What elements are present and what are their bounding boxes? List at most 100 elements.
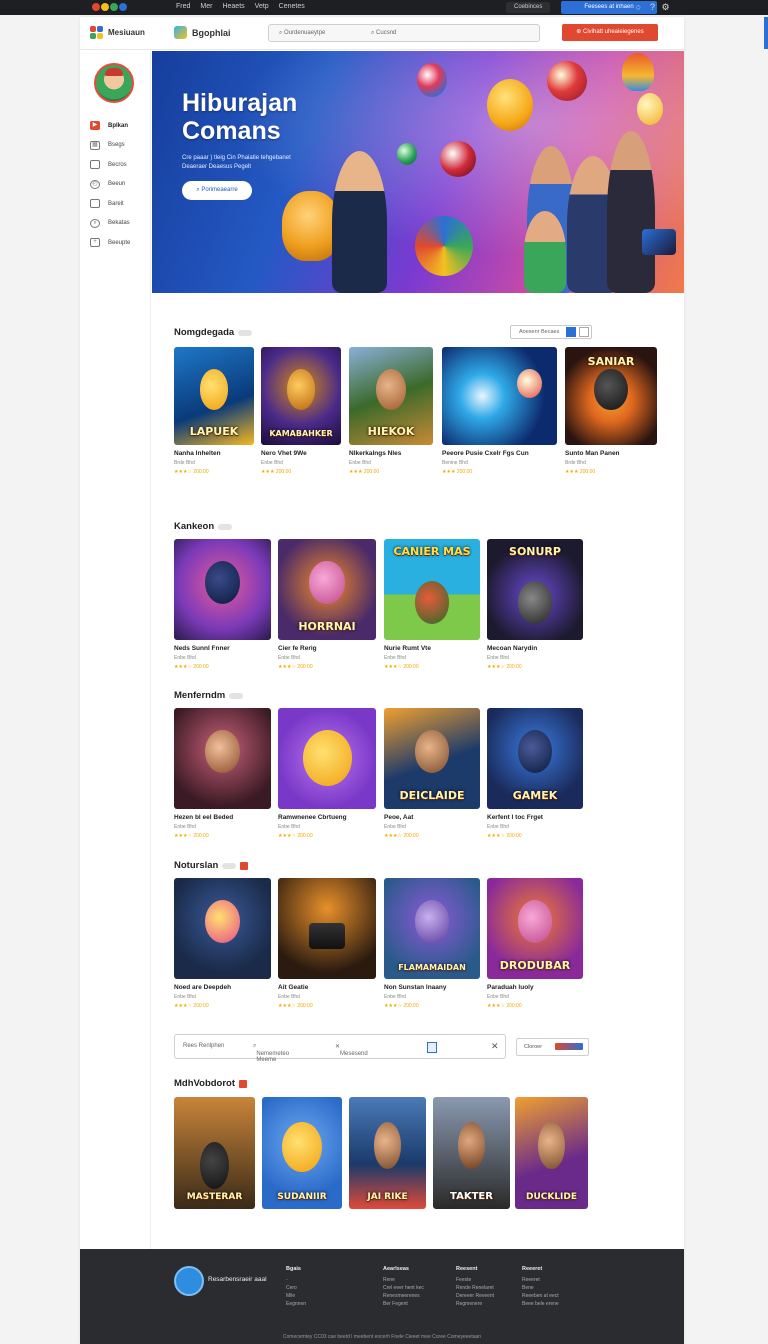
filter-field[interactable]: Rees Renlphen [183, 1043, 224, 1049]
game-meta: Enbe Bhd [278, 824, 300, 830]
filter-icon[interactable] [579, 327, 589, 337]
hero-cta-button[interactable]: ⌕ Porimeaearre [182, 181, 252, 200]
filter-toggle-icon[interactable] [427, 1042, 437, 1053]
top-menu-item[interactable]: Heaets [222, 3, 244, 10]
sidebar-item-label: Bsegs [108, 142, 125, 149]
game-thumbnail: FLAMAMAIDAN [384, 878, 480, 979]
game-card[interactable]: HIEKOK Nlkerkalngs Nles Enbe Bhd ★★★ 200… [349, 347, 433, 475]
sidebar-item-3[interactable]: Becros [90, 155, 130, 175]
game-meta: Enbe Bhd [384, 655, 406, 661]
game-card[interactable]: CANIER MAS Nurie Rumt Vte Enbe Bhd ★★★☆ … [384, 539, 480, 670]
game-rating: ★★★☆ 200:00 [384, 833, 419, 839]
game-card[interactable]: KAMABAHKER Nero Vhet 9We Enbe Bhd ★★★ 20… [261, 347, 341, 475]
footer-link[interactable]: Reeeret [522, 1276, 559, 1284]
game-card[interactable]: SANIAR Sunto Man Panen Brde Bhd ★★★ 200:… [565, 347, 657, 475]
help-icon[interactable]: ? [647, 2, 658, 13]
brand-secondary[interactable]: Bgophlai [174, 26, 231, 39]
game-card[interactable]: SUDANIIR [262, 1097, 342, 1209]
game-meta: Benine Bhd [442, 460, 468, 466]
footer-link[interactable]: Beee bele erene [522, 1300, 559, 1308]
footer-logo-icon[interactable] [174, 1266, 204, 1296]
thumbnail-title: DEICLAIDE [399, 789, 465, 802]
footer-link[interactable]: Rene [383, 1276, 424, 1284]
game-thumbnail: LAPUEK [174, 347, 254, 445]
sidebar-item-7[interactable]: + Beeupte [90, 233, 130, 253]
filter-field[interactable]: ⌕ Nememeteo Meeme [253, 1043, 289, 1063]
footer-link[interactable]: Regmenere [456, 1300, 494, 1308]
character-icon [414, 730, 450, 773]
sort-toggle-icon[interactable] [566, 327, 576, 337]
footer-link[interactable]: Mile [286, 1292, 306, 1300]
top-menu-item[interactable]: Cenetes [279, 3, 305, 10]
sidebar-item-2[interactable]: ▦ Bsegs [90, 136, 130, 156]
game-meta: Enbe Bhd [174, 824, 196, 830]
game-card[interactable]: TAKTER [433, 1097, 510, 1209]
top-menu-item[interactable]: Mer [200, 3, 212, 10]
game-rating: ★★★ 200:00 [349, 469, 380, 475]
game-rating: ★★★☆ 200:00 [278, 664, 313, 670]
top-menu-item[interactable]: Vetp [255, 3, 269, 10]
filter-field[interactable]: ✕ Mesesend [335, 1043, 368, 1057]
gamepad-icon [642, 229, 676, 255]
footer-link[interactable]: Reeeben at eect [522, 1292, 559, 1300]
sidebar-item-home[interactable]: ▶ Bplkan [90, 116, 130, 136]
app-logo[interactable] [92, 3, 132, 12]
game-card[interactable]: Ramwnenee Cbrtueng Enbe Bhd ★★★☆ 200:00 [278, 708, 376, 839]
filter-bar[interactable]: Rees Renlphen ⌕ Nememeteo Meeme ✕ Mesese… [174, 1034, 506, 1063]
game-rating: ★★★☆ 200:00 [174, 664, 209, 670]
game-thumbnail: DEICLAIDE [384, 708, 480, 809]
footer-column-title: Aearlseas [383, 1266, 409, 1272]
footer-link[interactable]: Rende Renelaret [456, 1284, 494, 1292]
brand-primary[interactable]: Mesiuaun [90, 26, 145, 39]
game-card[interactable]: Hezen bl eel Beded Enbe Bhd ★★★☆ 200:00 [174, 708, 271, 839]
close-icon[interactable]: ✕ [491, 1041, 499, 1052]
balloon-icon [547, 61, 587, 101]
search-icon[interactable]: ○ [633, 2, 644, 13]
footer-link[interactable]: Eegnnen [286, 1300, 306, 1308]
game-card[interactable]: SONURP Mecoan Narydin Enbe Bhd ★★★☆ 200:… [487, 539, 583, 670]
footer-link[interactable]: Feeste [456, 1276, 494, 1284]
game-card[interactable]: JAI RIKE [349, 1097, 426, 1209]
game-card[interactable]: Neds Sunnl Fnner Enbe Bhd ★★★☆ 200:00 [174, 539, 271, 670]
game-meta: Enbe Bhd [174, 994, 196, 1000]
sidebar-item-5[interactable]: Bareit [90, 194, 130, 214]
game-card[interactable]: MASTERAR [174, 1097, 255, 1209]
sidebar-item-6[interactable]: ⌕ Bekatas [90, 214, 130, 234]
game-card[interactable]: GAMEK Kerfent l toc Frget Enbe Bhd ★★★☆ … [487, 708, 583, 839]
game-thumbnail: SUDANIIR [262, 1097, 342, 1209]
top-menu-item[interactable]: Fred [176, 3, 190, 10]
game-card[interactable]: Noed are Deepdeh Enbe Bhd ★★★☆ 200:00 [174, 878, 271, 1009]
game-card[interactable]: DEICLAIDE Peoe, Aat Enbe Bhd ★★★☆ 200:00 [384, 708, 480, 839]
game-card[interactable]: FLAMAMAIDAN Non Sunstan lnaany Enbe Bhd … [384, 878, 480, 1009]
filter-button[interactable]: Cloroer [516, 1038, 589, 1056]
game-rating: ★★★ 200:00 [261, 469, 292, 475]
avatar[interactable] [94, 63, 134, 103]
footer-link[interactable]: Renesmeerenes [383, 1292, 424, 1300]
game-rating: ★★★☆ 200:00 [384, 1003, 419, 1009]
footer-link[interactable]: Dereeer Reveent [456, 1292, 494, 1300]
footer-link[interactable]: Ber Fegent [383, 1300, 424, 1308]
game-card[interactable]: DUCKLIDE [515, 1097, 588, 1209]
game-card[interactable]: Ait Geatie Enbe Bhd ★★★☆ 200:00 [278, 878, 376, 1009]
game-card[interactable]: LAPUEK Nanha lnhelten Brde Bhd ★★★☆ 200:… [174, 347, 254, 475]
footer-link[interactable]: Bene [522, 1284, 559, 1292]
sort-dropdown[interactable]: Aoesenr Becaes [510, 325, 592, 339]
footer-column: Aearlseas Rene Crel eeer hent kec Renesm… [383, 1265, 424, 1308]
search-input[interactable]: ⌕ Ourdenuaeytpe ⌕ Cucsnd [268, 24, 540, 42]
footer-link[interactable]: Crel eeer hent kec [383, 1284, 424, 1292]
thumbnail-title: SONURP [509, 545, 561, 558]
footer-link[interactable]: Cero [286, 1284, 306, 1292]
game-card[interactable]: HORRNAI Cier fe Rerig Enbe Bhd ★★★☆ 200:… [278, 539, 376, 670]
game-card[interactable]: Peeore Pusie Cxelr Fgs Cun Benine Bhd ★★… [442, 347, 557, 475]
game-card[interactable]: DRODUBAR Paraduah luoly Enbe Bhd ★★★☆ 20… [487, 878, 583, 1009]
footer-link[interactable]: - [286, 1276, 306, 1284]
account-button[interactable]: Coebinces [506, 2, 551, 13]
search-scope[interactable]: ⌕ Cucsnd [371, 30, 396, 37]
game-thumbnail: HORRNAI [278, 539, 376, 640]
sidebar-item-4[interactable]: ◴ Beeun [90, 175, 130, 195]
header-action-button[interactable]: ⊕ Civihatt uheaieiegenes [562, 24, 658, 41]
settings-icon[interactable]: ⚙ [660, 2, 671, 13]
side-accent [764, 17, 768, 49]
thumbnail-title: JAI RIKE [367, 1192, 408, 1202]
game-thumbnail: CANIER MAS [384, 539, 480, 640]
